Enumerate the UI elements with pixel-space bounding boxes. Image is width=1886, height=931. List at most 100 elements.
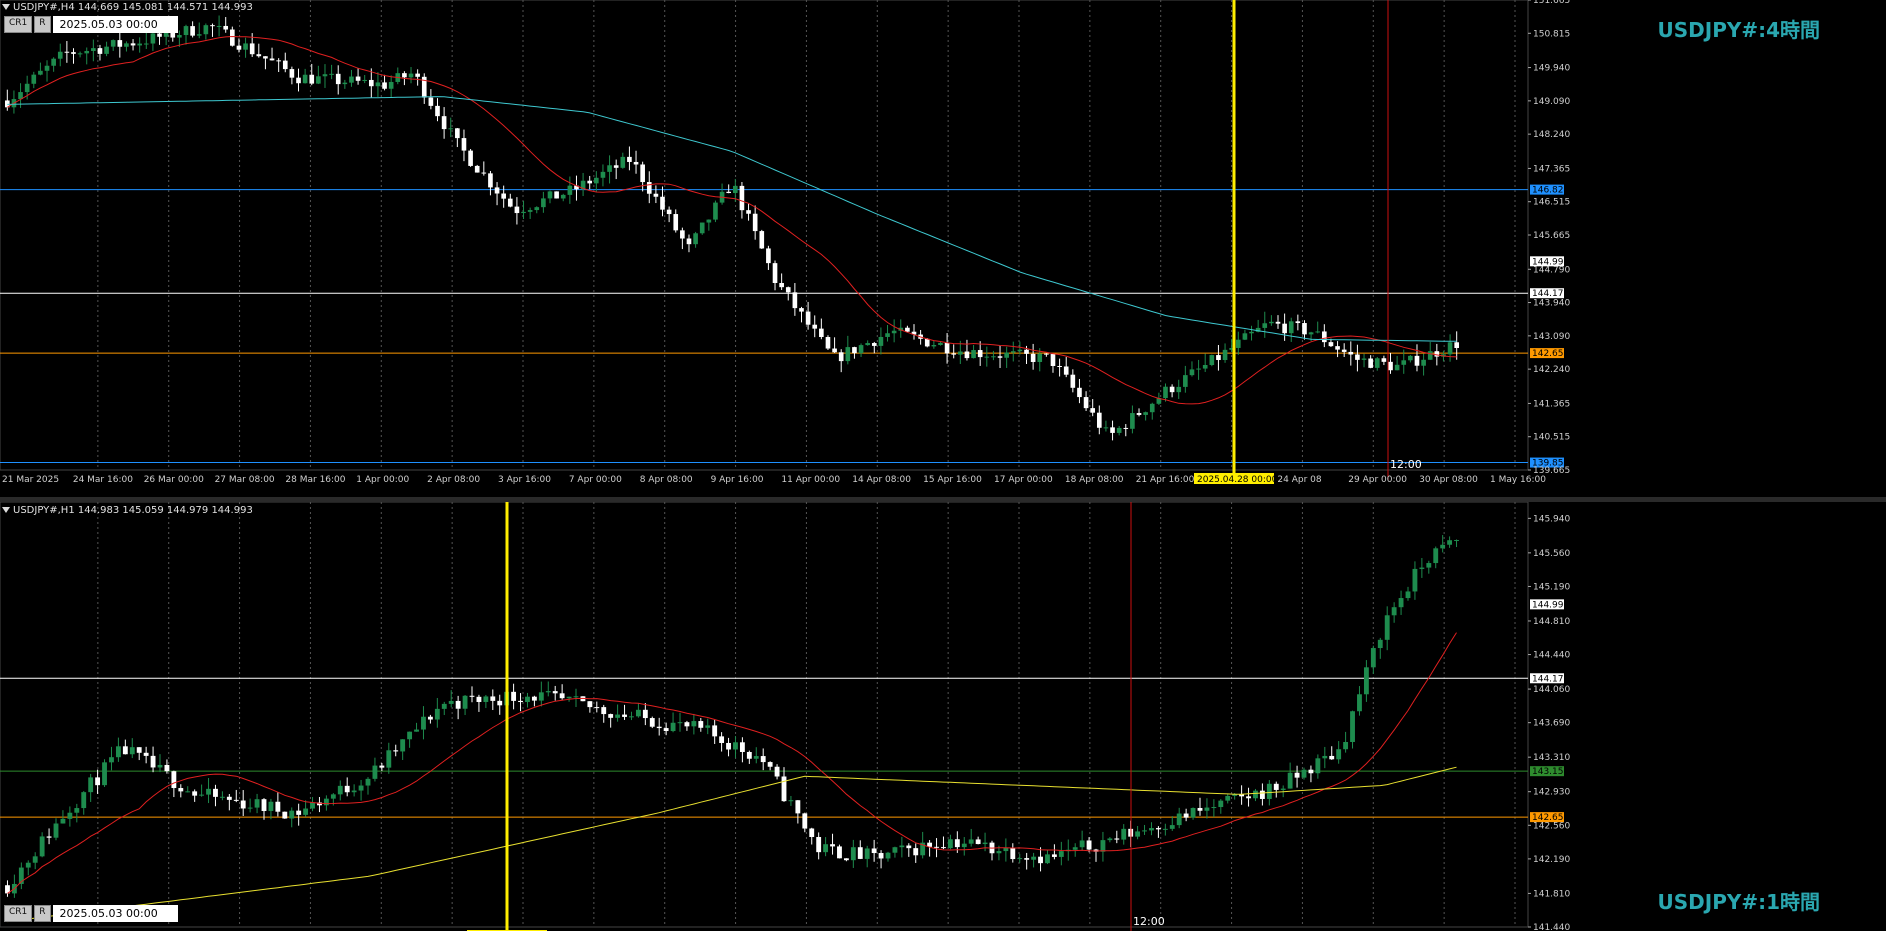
candle-body (455, 700, 461, 709)
price-axis-label: 142.930 (1533, 788, 1570, 798)
price-axis-label: 149.090 (1533, 97, 1570, 107)
price-axis-label: 143.310 (1533, 753, 1570, 763)
candle-body (171, 771, 177, 789)
candle-body (77, 53, 83, 55)
time-axis-label: 1 May 16:00 (1490, 475, 1546, 485)
h4-chart-panel[interactable]: 146.824 144.179 142.650 139.855 151.665 150.8… (0, 0, 1886, 497)
candle-body (633, 161, 639, 165)
candle-body (1328, 342, 1334, 347)
candle-body (1072, 847, 1078, 850)
candle-body (1176, 386, 1182, 393)
candle-body (699, 222, 705, 234)
candle-body (850, 847, 856, 861)
price-axis-label: 142.190 (1533, 855, 1570, 865)
price-axis-label: 141.365 (1533, 399, 1570, 409)
time-axis-label: 1 Apr 00:00 (356, 475, 409, 485)
candle-body (122, 746, 128, 755)
candle-body (726, 191, 732, 194)
collapse-triangle-icon[interactable] (2, 507, 10, 513)
candle-body (552, 691, 558, 694)
candle-body (296, 77, 301, 84)
candle-body (670, 722, 676, 732)
candle-body (488, 173, 493, 188)
candle-body (97, 48, 103, 54)
candle-body (322, 74, 328, 77)
candle-body (857, 847, 863, 859)
candle-body (494, 187, 500, 194)
candle-body (236, 45, 242, 50)
candle-body (95, 777, 101, 786)
candle-body (1315, 331, 1321, 333)
h1-chart-canvas[interactable]: 144.179143.156142.650145.940145.560145.1… (0, 502, 1886, 931)
candle-body (622, 714, 627, 717)
candle-body (1249, 331, 1254, 334)
candle-body (110, 40, 116, 47)
level-price-label: 146.824 (1532, 186, 1569, 196)
candle-body (254, 799, 260, 808)
candle-body (1287, 772, 1293, 789)
candle-body (1017, 349, 1023, 352)
candle-body (490, 696, 496, 701)
candle-body (402, 73, 407, 78)
candle-body (1341, 349, 1347, 352)
candle-body (483, 696, 489, 702)
candle-body (812, 324, 818, 329)
candle-body (88, 777, 94, 793)
candle-body (1058, 851, 1064, 857)
candle-body (531, 696, 537, 701)
candle-body (705, 725, 711, 728)
candle-body (1433, 548, 1439, 564)
candle-body (1004, 352, 1009, 358)
candle-body (1295, 321, 1301, 324)
candle-body (1163, 386, 1168, 399)
candle-body (117, 40, 123, 47)
price-axis-label: 144.440 (1533, 651, 1570, 661)
candle-body (196, 34, 202, 36)
candle-body (534, 207, 540, 211)
cr1-button[interactable]: CR1 (4, 905, 33, 922)
candle-body (514, 206, 520, 214)
cr1-button[interactable]: CR1 (4, 16, 33, 33)
candle-body (567, 185, 573, 195)
candle-body (178, 788, 184, 792)
candle-body (1381, 358, 1387, 362)
r-button[interactable]: R (34, 16, 51, 33)
datetime-display: 2025.05.03 00:00 (52, 16, 178, 33)
datetime-display: 2025.05.03 00:00 (52, 905, 178, 922)
candle-body (1050, 354, 1056, 366)
candle-body (649, 718, 655, 727)
candle-body (642, 709, 648, 719)
candle-body (961, 843, 967, 848)
h1-chart-panel[interactable]: 144.179 143.156 142.650 145.940 145.560 145.1… (0, 502, 1886, 931)
candle-body (344, 785, 350, 793)
candle-body (268, 801, 274, 812)
candle-body (1302, 323, 1307, 335)
candle-body (825, 337, 831, 349)
candle-body (1253, 790, 1258, 799)
candle-body (57, 51, 63, 59)
candle-body (379, 765, 385, 768)
h4-chart-canvas[interactable]: 146.824144.179142.650139.855151.665150.8… (0, 0, 1886, 497)
candle-body (947, 839, 953, 849)
candle-body (944, 342, 950, 354)
candle-body (852, 347, 857, 354)
price-axis-label: 145.665 (1533, 231, 1570, 241)
candle-body (1135, 831, 1141, 837)
candle-body (1169, 825, 1175, 829)
candle-body (772, 263, 778, 284)
candle-body (958, 351, 963, 355)
candle-body (878, 853, 884, 859)
candle-body (130, 43, 136, 46)
candle-body (1401, 360, 1407, 365)
candle-body (1216, 355, 1221, 361)
candle-body (554, 191, 559, 199)
candle-body (1202, 364, 1208, 369)
r-button[interactable]: R (34, 905, 51, 922)
candle-body (1100, 840, 1106, 852)
price-axis-label: 142.240 (1533, 365, 1570, 375)
candle-body (885, 852, 891, 859)
candle-body (788, 800, 794, 802)
collapse-triangle-icon[interactable] (2, 4, 10, 10)
crosshair-time-label: 12:00 (1390, 458, 1422, 471)
time-axis-label: 30 Apr 08:00 (1419, 475, 1478, 485)
